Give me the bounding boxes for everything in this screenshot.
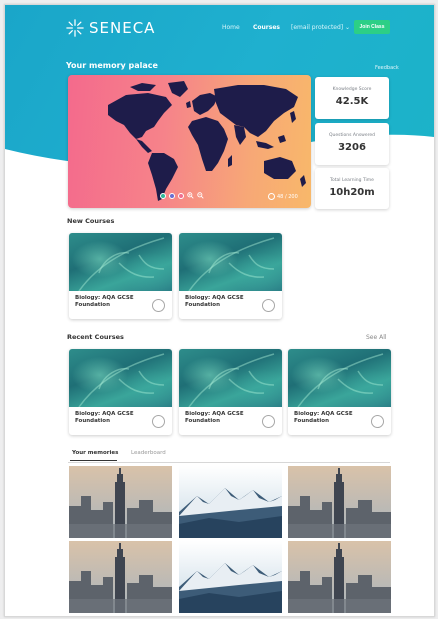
- progress-circle: [371, 415, 384, 428]
- stat-questions-answered: Questions Answered 3206: [315, 123, 389, 165]
- course-card[interactable]: Biology: AQA GCSE Foundation: [69, 233, 172, 319]
- course-name: Biology: AQA GCSE Foundation: [185, 295, 244, 308]
- logo[interactable]: SENECA: [66, 19, 155, 37]
- course-name: Biology: AQA GCSE Foundation: [185, 411, 244, 424]
- stat-label: Knowledge Score: [332, 87, 372, 92]
- join-class-button[interactable]: Join Class: [354, 20, 390, 34]
- leaf-graphic: [188, 353, 275, 407]
- mountain-image: [179, 541, 282, 613]
- course-image: [179, 349, 282, 407]
- active-tab-indicator: [70, 460, 117, 461]
- stat-learning-time: Total Learning Time 10h20m: [315, 168, 389, 209]
- map-theme-pink[interactable]: [178, 192, 184, 199]
- progress-circle: [152, 415, 165, 428]
- progress-circle: [262, 415, 275, 428]
- course-image: [179, 233, 282, 291]
- nav-home[interactable]: Home: [222, 24, 240, 31]
- world-map: [108, 81, 306, 201]
- map-theme-purple[interactable]: [169, 192, 175, 199]
- stat-label: Questions Answered: [328, 133, 375, 138]
- zoom-in-icon[interactable]: [187, 192, 194, 199]
- memories-tabs: Your memories Leaderboard: [68, 450, 390, 463]
- mountain-image: [179, 466, 282, 538]
- course-name: Biology: AQA GCSE Foundation: [75, 411, 134, 424]
- nav-courses[interactable]: Courses: [253, 24, 280, 31]
- seneca-logo-icon: [66, 19, 84, 37]
- course-image: [288, 349, 391, 407]
- map-theme-teal[interactable]: [160, 192, 166, 199]
- memory-count-text: 48 / 200: [277, 193, 298, 200]
- course-name: Biology: AQA GCSE Foundation: [294, 411, 353, 424]
- stat-value: 42.5K: [335, 96, 369, 107]
- course-card[interactable]: Biology: AQA GCSE Foundation: [179, 233, 282, 319]
- course-name: Biology: AQA GCSE Foundation: [75, 295, 134, 308]
- recent-courses-heading: Recent Courses: [67, 333, 124, 341]
- progress-circle: [152, 299, 165, 312]
- memory-palace-title: Your memory palace: [66, 61, 158, 70]
- memory-tile-city[interactable]: [288, 466, 391, 538]
- city-image: [69, 541, 172, 613]
- zoom-out-icon[interactable]: [197, 192, 204, 199]
- memory-count: 48 / 200: [268, 193, 298, 200]
- course-card[interactable]: Biology: AQA GCSE Foundation: [69, 349, 172, 435]
- memory-tile-mountains[interactable]: [179, 466, 282, 538]
- course-card[interactable]: Biology: AQA GCSE Foundation: [288, 349, 391, 435]
- stat-value: 3206: [338, 142, 366, 153]
- city-image: [288, 466, 391, 538]
- top-bar: SENECA Home Courses [email protected] ⌄ …: [5, 5, 434, 49]
- leaf-graphic: [297, 353, 384, 407]
- stat-label: Total Learning Time: [330, 178, 374, 183]
- course-card[interactable]: Biology: AQA GCSE Foundation: [179, 349, 282, 435]
- app-frame: SENECA Home Courses [email protected] ⌄ …: [4, 4, 435, 617]
- account-menu[interactable]: [email protected] ⌄: [291, 24, 350, 31]
- memory-tile-city[interactable]: [288, 541, 391, 613]
- progress-circle: [262, 299, 275, 312]
- new-courses-heading: New Courses: [67, 217, 115, 225]
- city-image: [69, 466, 172, 538]
- leaf-graphic: [188, 237, 275, 291]
- stat-knowledge-score: Knowledge Score 42.5K: [315, 77, 389, 119]
- tab-leaderboard[interactable]: Leaderboard: [131, 450, 166, 456]
- world-map-card[interactable]: 48 / 200: [68, 75, 311, 208]
- logo-text: SENECA: [89, 19, 156, 37]
- see-all-link[interactable]: See All: [366, 334, 387, 341]
- leaf-graphic: [78, 353, 165, 407]
- memory-tile-city[interactable]: [69, 466, 172, 538]
- feedback-link[interactable]: Feedback: [375, 65, 399, 71]
- memory-tile-mountains[interactable]: [179, 541, 282, 613]
- course-image: [69, 233, 172, 291]
- course-image: [69, 349, 172, 407]
- tab-your-memories[interactable]: Your memories: [72, 450, 118, 456]
- target-icon: [268, 193, 275, 200]
- map-controls: [160, 192, 204, 199]
- city-image: [288, 541, 391, 613]
- memory-tile-city[interactable]: [69, 541, 172, 613]
- stat-value: 10h20m: [329, 187, 375, 198]
- leaf-graphic: [78, 237, 165, 291]
